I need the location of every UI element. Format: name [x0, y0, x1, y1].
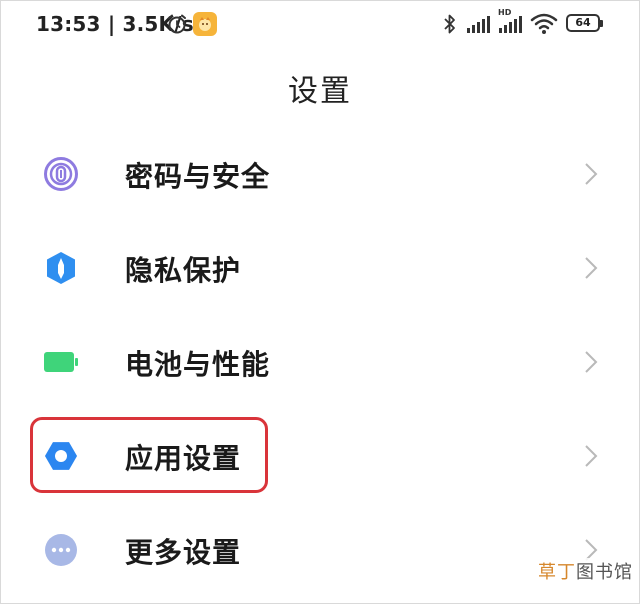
battery-icon — [44, 352, 78, 372]
menu-item-label: 电池与性能 — [125, 348, 271, 381]
menu-item-label: 更多设置 — [125, 536, 242, 569]
chevron-right-icon — [585, 445, 598, 467]
page-title: 设置 — [288, 74, 352, 109]
menu-item-label: 隐私保护 — [125, 254, 242, 287]
bluetooth-icon — [444, 14, 455, 34]
chevron-right-icon — [585, 163, 598, 185]
more-dots-icon — [45, 534, 77, 566]
privacy-shield-icon — [47, 252, 75, 284]
signal-strength-icon-2 — [499, 16, 522, 33]
signal-strength-icon — [467, 16, 490, 33]
chevron-right-icon — [585, 257, 598, 279]
menu-item-privacy[interactable]: 隐私保护 — [0, 221, 640, 315]
watermark-part1: 草丁 — [538, 562, 576, 583]
fingerprint-icon — [44, 157, 78, 191]
notification-app-icon — [193, 12, 217, 36]
menu-item-password-security[interactable]: 密码与安全 — [0, 127, 640, 221]
menu-item-battery-performance[interactable]: 电池与性能 — [0, 315, 640, 409]
battery-indicator: 64 — [566, 14, 603, 32]
highlight-box — [30, 417, 268, 493]
chevron-right-icon — [585, 351, 598, 373]
watermark: 草丁图书馆 — [538, 558, 633, 584]
wifi-icon — [530, 13, 558, 34]
watermark-part2: 图书馆 — [576, 562, 633, 583]
menu-item-label: 密码与安全 — [125, 160, 271, 193]
status-bar: 13:53 | 3.5K/s HD 64 — [0, 0, 640, 50]
alarm-icon — [168, 14, 186, 34]
